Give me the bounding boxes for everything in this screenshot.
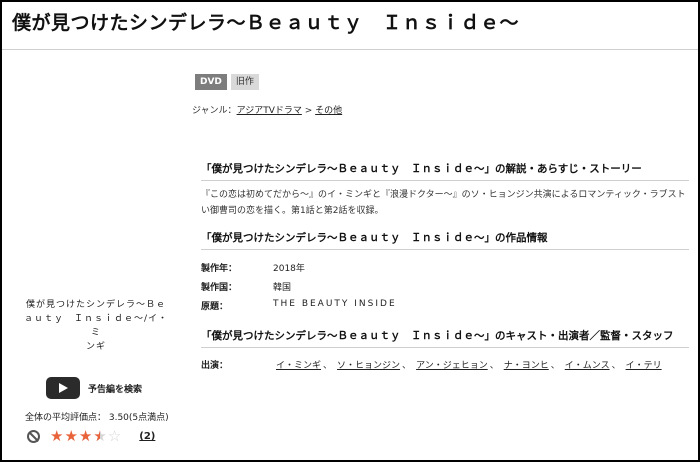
star-icon: ★ — [64, 427, 78, 445]
trailer-search-button[interactable]: 予告編を検索 — [46, 377, 142, 399]
play-icon — [46, 377, 80, 399]
not-interested-icon[interactable] — [27, 430, 40, 443]
info-value-year: 2018年 — [273, 264, 305, 274]
cast-separator: 、 — [550, 361, 560, 371]
title-divider — [2, 49, 698, 50]
cast-link[interactable]: イ・テリ — [626, 358, 662, 371]
format-badges: DVD 旧作 — [195, 74, 259, 90]
info-value-country: 韓国 — [273, 283, 292, 293]
sidebar-title-line: ａｕｔｙ Ｉｎｓｉｄｅ〜/イ・ミ — [23, 314, 169, 338]
cast-link[interactable]: ソ・ヒョンジン — [337, 358, 400, 371]
star-icon: ★ — [50, 427, 64, 445]
genre-link-other[interactable]: その他 — [315, 106, 342, 116]
dvd-badge: DVD — [195, 74, 227, 90]
info-row-original-title: 原題： THE BEAUTY INSIDE — [201, 299, 397, 312]
cast-link[interactable]: イ・ムンス — [565, 358, 610, 371]
genre-link-asian-tv-drama[interactable]: アジアTVドラマ — [237, 106, 302, 116]
info-row-year: 製作年： 2018年 — [201, 261, 305, 274]
genre-breadcrumb: ジャンル：アジアTVドラマ > その他 — [192, 103, 342, 116]
star-icon: ★ — [93, 429, 106, 445]
genre-label: ジャンル： — [192, 106, 237, 116]
rating-row: ★★★★☆ (2) — [27, 429, 155, 444]
trailer-search-label: 予告編を検索 — [88, 384, 143, 395]
cast-list: 出演： イ・ミンギ、 ソ・ヒョンジン、 アン・ジェヒョン、 ナ・ヨンヒ、 イ・ム… — [201, 358, 662, 371]
info-key-country: 製作国： — [201, 283, 238, 293]
story-line-1: 『この恋は初めてだから〜』のイ・ミンギと『浪漫ドクター〜』のソ・ヒョンジン共演に… — [201, 190, 686, 200]
cast-label: 出演： — [201, 361, 229, 371]
page-frame: 僕が見つけたシンデレラ〜Ｂｅａｕｔｙ Ｉｎｓｉｄｅ〜 DVD 旧作 ジャンル：ア… — [0, 0, 700, 462]
rating-stars: ★★★★☆ — [50, 427, 122, 445]
info-key-year: 製作年： — [201, 264, 238, 274]
page-title: 僕が見つけたシンデレラ〜Ｂｅａｕｔｙ Ｉｎｓｉｄｅ〜 — [12, 12, 520, 34]
cast-separator: 、 — [611, 361, 621, 371]
story-line-2: い御曹司の恋を描く。第1話と第2話を収録。 — [201, 206, 384, 216]
star-icon: ★ — [78, 427, 93, 445]
genre-arrow: > — [304, 106, 313, 116]
cast-link[interactable]: アン・ジェヒョン — [416, 358, 488, 371]
cast-separator: 、 — [489, 361, 499, 371]
old-release-badge: 旧作 — [230, 74, 259, 90]
story-heading: 「僕が見つけたシンデレラ〜Ｂｅａｕｔｙ Ｉｎｓｉｄｅ〜」の解説・あらすじ・ストー… — [201, 161, 689, 181]
star-icon: ☆ — [107, 427, 122, 445]
cast-separator: 、 — [323, 361, 333, 371]
cast-heading: 「僕が見つけたシンデレラ〜Ｂｅａｕｔｙ Ｉｎｓｉｄｅ〜」のキャスト・出演者／監督… — [201, 328, 689, 348]
info-key-original-title: 原題： — [201, 302, 229, 312]
sidebar-title-line: 僕が見つけたシンデレラ〜Ｂｅ — [25, 300, 166, 310]
sidebar-title-line: ンギ — [85, 342, 106, 352]
info-heading: 「僕が見つけたシンデレラ〜Ｂｅａｕｔｙ Ｉｎｓｉｄｅ〜」の作品情報 — [201, 230, 689, 250]
sidebar-title: 僕が見つけたシンデレラ〜Ｂｅ ａｕｔｙ Ｉｎｓｉｄｅ〜/イ・ミ ンギ — [22, 298, 170, 354]
info-value-original-title: THE BEAUTY INSIDE — [273, 299, 397, 309]
story-text: 『この恋は初めてだから〜』のイ・ミンギと『浪漫ドクター〜』のソ・ヒョンジン共演に… — [201, 187, 698, 219]
info-row-country: 製作国： 韓国 — [201, 280, 291, 293]
review-count-link[interactable]: (2) — [139, 431, 155, 442]
cast-link[interactable]: イ・ミンギ — [276, 358, 321, 371]
cast-separator: 、 — [402, 361, 412, 371]
cast-link[interactable]: ナ・ヨンヒ — [504, 358, 549, 371]
average-rating-text: 全体の平均評価点： 3.50(5点満点) — [25, 413, 169, 423]
